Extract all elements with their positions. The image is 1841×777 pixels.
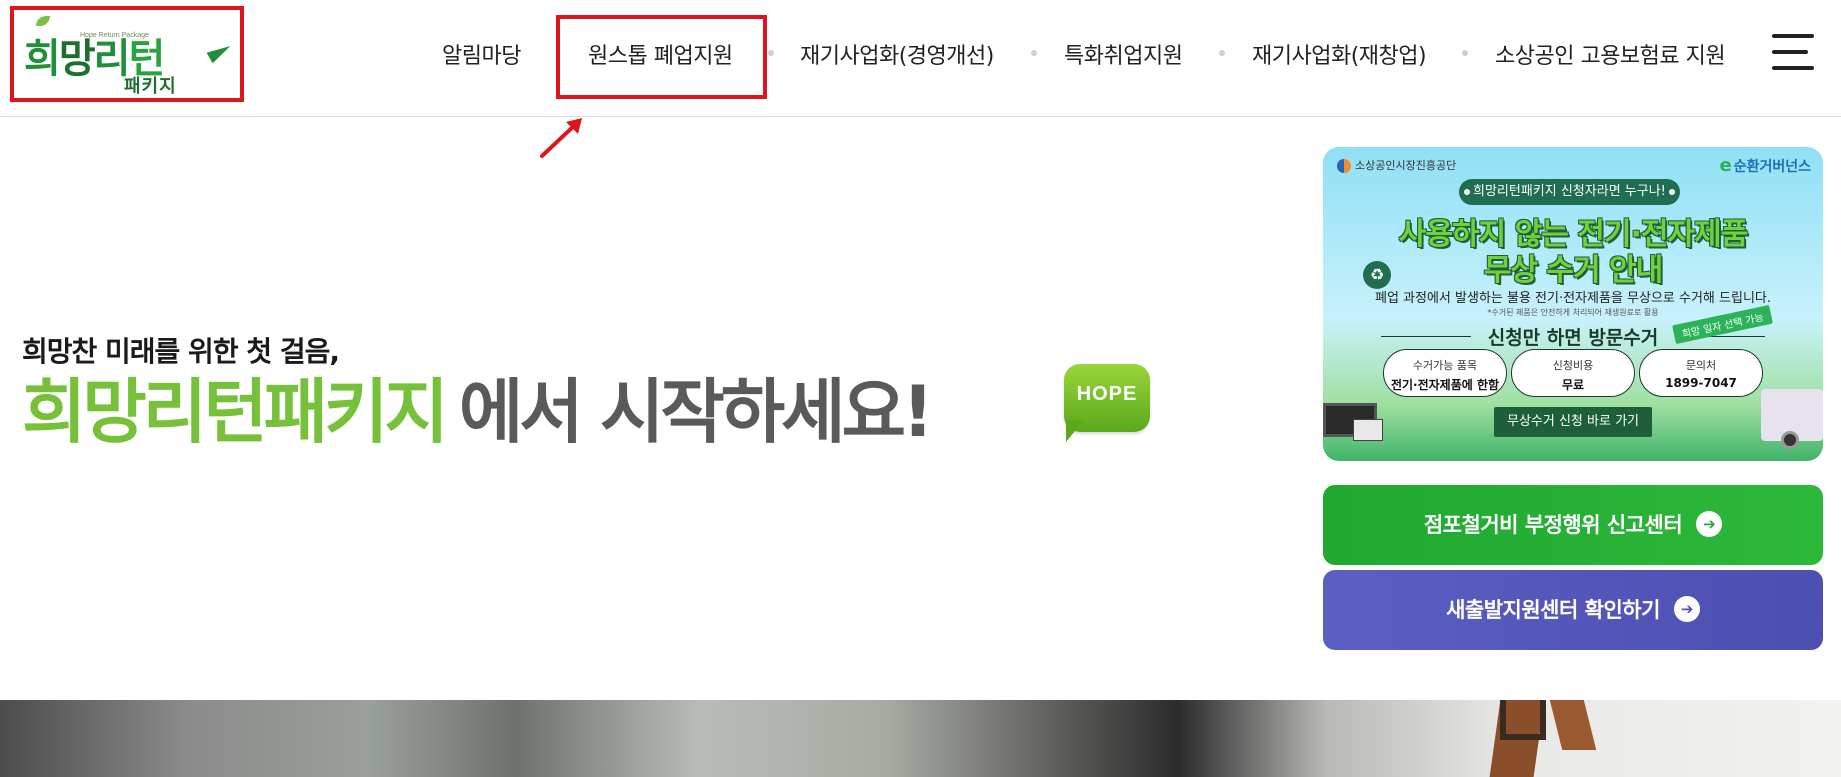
logo-highlight-box: Hope Return Package 희망리턴 패키지 [10,6,244,102]
org-logo-icon [1337,159,1351,173]
info-box-value: 전기·전자제품에 한함 [1390,378,1500,392]
annotation-arrow-icon [540,118,582,158]
nav-separator [1031,50,1037,56]
nav-highlight-box [556,15,767,99]
report-center-label: 점포철거비 부정행위 신고센터 [1423,513,1683,537]
bag-buckle-image [1500,700,1546,740]
banner-pill: 희망리턴패키지 신청자라면 누구나! [1459,179,1680,205]
nav-separator [1219,50,1225,56]
menu-bar [1772,66,1814,70]
info-box-items: 수거가능 품목 전기·전자제품에 한함 [1383,349,1507,397]
recycling-banner[interactable]: 소상공인시장진흥공단 e 순환거버넌스 희망리턴패키지 신청자라면 누구나! 사용… [1323,147,1823,461]
info-box-cost: 신청비용 무료 [1511,349,1635,397]
nav-item-restart-startup[interactable]: 재기사업화(재창업) [1252,38,1427,70]
hope-badge-tail [1066,420,1084,442]
banner-apply-button[interactable]: 무상수거 신청 바로 가기 [1494,407,1652,437]
printer-illustration [1353,419,1383,441]
report-center-button[interactable]: 점포철거비 부정행위 신고센터 ➔ [1323,485,1823,565]
arrow-right-icon: ➔ [1673,596,1700,622]
logo-char: 희 [24,36,61,82]
site-header: Hope Return Package 희망리턴 패키지 알림마당 원스톱 폐업… [0,0,1841,117]
banner-partner: e 순환거버넌스 [1720,155,1812,176]
hero-title-rest: 에서 시작하세요! [458,371,934,453]
info-box-contact: 문의처 1899-7047 [1639,349,1763,397]
leaf-icon [36,16,50,26]
nav-item-notice[interactable]: 알림마당 [442,38,521,70]
banner-headline-2: 무상 수거 안내 [1483,253,1664,288]
banner-org: 소상공인시장진흥공단 [1337,157,1456,173]
arrow-right-icon: ➔ [1696,511,1723,537]
banner-description: 폐업 과정에서 발생하는 불용 전기·전자제품을 무상으로 수거해 드립니다. [1375,291,1771,306]
hero-title: 희망리턴패키지 에서 시작하세요! [22,371,934,453]
nav-separator [768,50,774,56]
paper-plane-icon [206,40,234,64]
logo-subtitle: 패키지 [124,76,177,97]
info-box-value: 1899-7047 [1665,376,1737,390]
recycle-icon: ♻ [1363,261,1391,289]
logo-char: 망 [58,36,96,82]
hero-title-brand: 희망리턴패키지 [22,371,449,453]
hero-subtitle: 희망찬 미래를 위한 첫 걸음, [22,335,340,368]
nav-item-employment[interactable]: 특화취업지원 [1064,38,1183,70]
site-logo[interactable]: Hope Return Package 희망리턴 패키지 [24,16,234,97]
menu-bar [1772,50,1808,54]
info-box-value: 무료 [1561,378,1585,392]
banner-org-label: 소상공인시장진흥공단 [1355,159,1457,172]
partner-logo-icon: e [1719,155,1732,176]
fresh-start-center-label: 새출발지원센터 확인하기 [1446,598,1660,622]
nav-item-restart-management[interactable]: 재기사업화(경영개선) [800,38,994,70]
menu-bar [1772,34,1814,38]
banner-partner-label: 순환거버넌스 [1733,159,1811,175]
info-box-title: 신청비용 [1552,359,1594,372]
hamburger-menu-icon[interactable] [1772,34,1814,70]
fresh-start-center-button[interactable]: 새출발지원센터 확인하기 ➔ [1323,570,1823,650]
nav-item-insurance-support[interactable]: 소상공인 고용보험료 지원 [1495,38,1726,70]
info-box-title: 수거가능 품목 [1412,359,1478,372]
info-box-title: 문의처 [1685,359,1717,372]
nav-separator [1462,50,1468,56]
truck-wheel [1781,431,1799,449]
